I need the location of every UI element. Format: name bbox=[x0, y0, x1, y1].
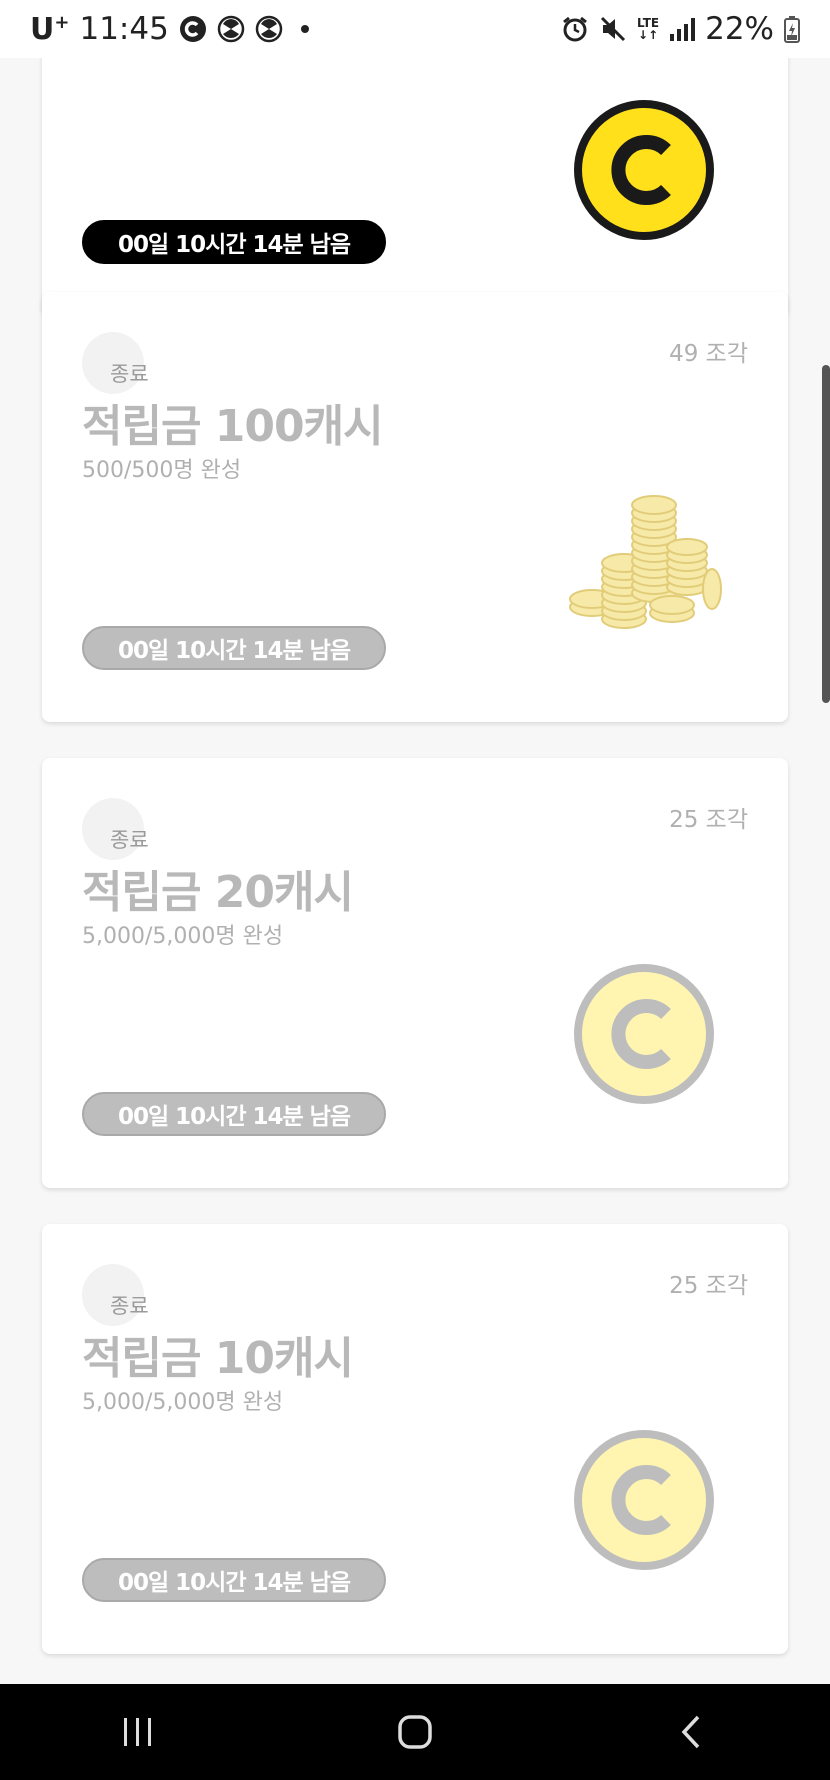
card-title: 적립금 100캐시 bbox=[82, 401, 384, 452]
status-bar: U+ 11:45 LTE ↓↑ 22% bbox=[0, 0, 830, 58]
pieces-count: 49 조각 bbox=[669, 341, 748, 367]
c-notification-icon bbox=[179, 15, 207, 43]
coin-icon bbox=[572, 1428, 716, 1576]
battery-charging-icon bbox=[784, 15, 800, 43]
status-bar-left: U+ 11:45 bbox=[30, 11, 309, 47]
coin-pile-image bbox=[562, 487, 732, 651]
carrier-label: U+ bbox=[30, 11, 70, 47]
status-bar-right: LTE ↓↑ 22% bbox=[561, 11, 800, 47]
status-label: 종료 bbox=[110, 828, 149, 852]
home-button[interactable] bbox=[375, 1702, 455, 1762]
card-title: 적립금 20캐시 bbox=[82, 867, 354, 918]
pieces-count: 25 조각 bbox=[669, 807, 748, 833]
notification-dot-icon bbox=[300, 25, 309, 33]
card-subtitle: 500/500명 완성 bbox=[82, 458, 242, 483]
coin-icon bbox=[572, 98, 716, 246]
event-card[interactable]: 00일 10시간 14분 남음 bbox=[42, 58, 788, 316]
status-label: 종료 bbox=[110, 1294, 149, 1318]
recent-apps-button[interactable] bbox=[98, 1702, 178, 1762]
battery-percent: 22% bbox=[705, 11, 774, 47]
event-card[interactable]: 종료 49 조각 적립금 100캐시 500/500명 완성 00일 10시간 … bbox=[42, 292, 788, 722]
lte-icon: LTE ↓↑ bbox=[637, 16, 660, 42]
timer-badge: 00일 10시간 14분 남음 bbox=[82, 220, 386, 264]
card-subtitle: 5,000/5,000명 완성 bbox=[82, 924, 284, 949]
card-subtitle: 5,000/5,000명 완성 bbox=[82, 1390, 284, 1415]
mute-icon bbox=[599, 15, 627, 43]
fan-icon bbox=[217, 15, 245, 43]
event-card[interactable]: 종료 25 조각 적립금 20캐시 5,000/5,000명 완성 00일 10… bbox=[42, 758, 788, 1188]
alarm-icon bbox=[561, 15, 589, 43]
timer-badge: 00일 10시간 14분 남음 bbox=[82, 626, 386, 670]
fan-icon bbox=[255, 15, 283, 43]
navigation-bar bbox=[0, 1684, 830, 1780]
card-title: 적립금 10캐시 bbox=[82, 1333, 354, 1384]
event-list[interactable]: 00일 10시간 14분 남음 종료 49 조각 적립금 100캐시 500/5… bbox=[0, 58, 830, 1684]
back-button[interactable] bbox=[652, 1702, 732, 1762]
coin-icon bbox=[572, 962, 716, 1110]
status-label: 종료 bbox=[110, 362, 149, 386]
signal-icon bbox=[669, 16, 696, 42]
timer-badge: 00일 10시간 14분 남음 bbox=[82, 1558, 386, 1602]
clock: 11:45 bbox=[79, 11, 169, 47]
pieces-count: 25 조각 bbox=[669, 1273, 748, 1299]
timer-badge: 00일 10시간 14분 남음 bbox=[82, 1092, 386, 1136]
scrollbar[interactable] bbox=[822, 365, 830, 703]
event-card[interactable]: 종료 25 조각 적립금 10캐시 5,000/5,000명 완성 00일 10… bbox=[42, 1224, 788, 1654]
